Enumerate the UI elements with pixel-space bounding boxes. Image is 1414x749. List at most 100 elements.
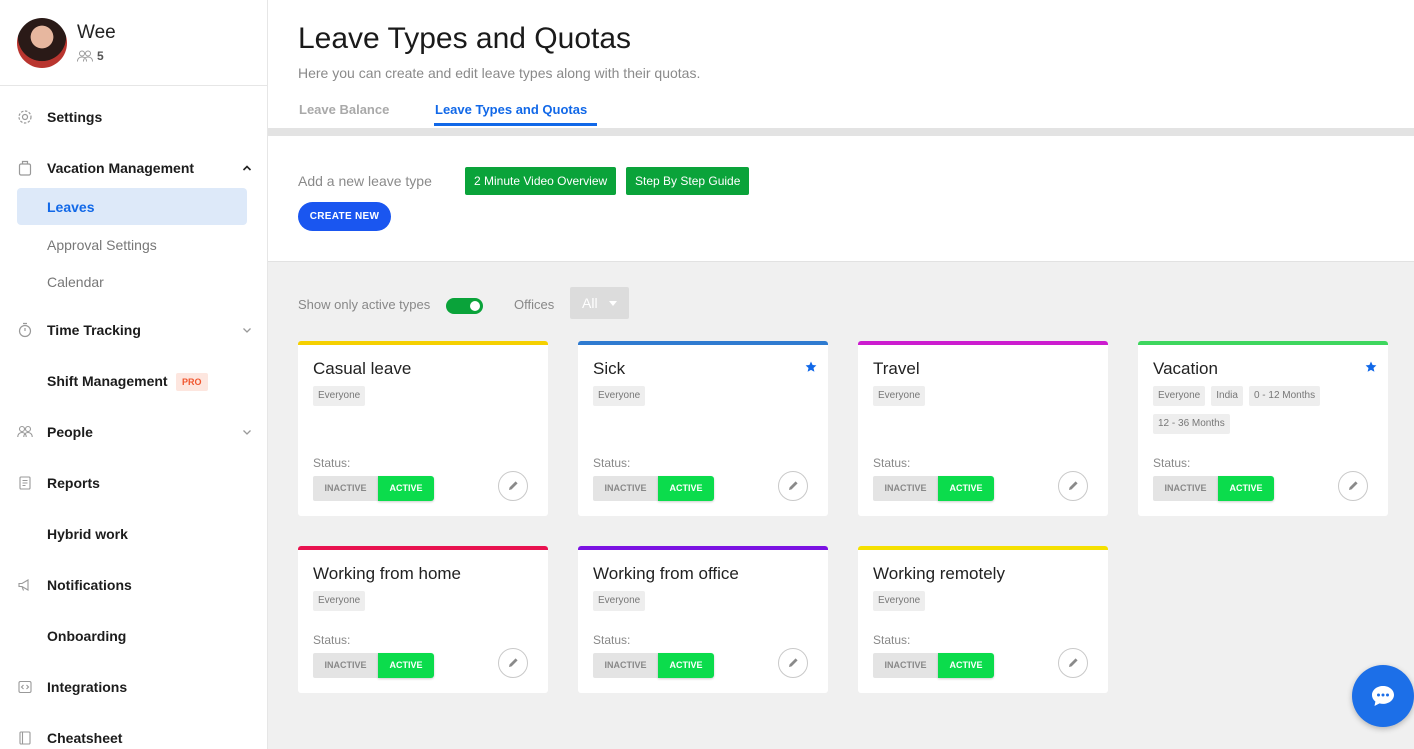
sidebar-item-notifications[interactable]: Notifications — [0, 567, 267, 603]
status-active-option[interactable]: ACTIVE — [1218, 476, 1274, 501]
sidebar-item-label: Reports — [47, 475, 100, 491]
reports-icon — [17, 475, 33, 491]
leave-type-name: Working from office — [593, 564, 739, 583]
status-active-option[interactable]: ACTIVE — [658, 653, 714, 678]
pencil-icon — [1069, 481, 1078, 490]
pencil-icon — [509, 481, 518, 490]
leave-type-card[interactable]: Vacation Everyone India 0 - 12 Months 12 - 3… — [1138, 341, 1388, 516]
edit-button[interactable] — [778, 648, 808, 678]
edit-button[interactable] — [1058, 648, 1088, 678]
stopwatch-icon — [17, 322, 33, 338]
integrations-icon — [17, 679, 33, 695]
leave-type-card[interactable]: Casual leave Everyone Status: INACTIVE ACTIV… — [298, 341, 548, 516]
status-inactive-option[interactable]: INACTIVE — [1153, 476, 1218, 501]
chevron-down-icon[interactable] — [241, 426, 253, 438]
star-icon[interactable] — [805, 361, 817, 373]
leave-type-card[interactable]: Working from office Everyone Status: INACTI… — [578, 546, 828, 693]
edit-button[interactable] — [498, 471, 528, 501]
status-inactive-option[interactable]: INACTIVE — [593, 476, 658, 501]
edit-button[interactable] — [778, 471, 808, 501]
status-toggle[interactable]: INACTIVE ACTIVE — [313, 653, 434, 678]
leave-type-card[interactable]: Sick Everyone Status: INACTIVE ACTIVE — [578, 341, 828, 516]
tag: India — [1211, 386, 1243, 406]
sidebar-item-shift-management[interactable]: Shift Management PRO — [0, 363, 267, 399]
step-by-step-guide-button[interactable]: Step By Step Guide — [626, 167, 750, 195]
sidebar-item-vacation-management[interactable]: Vacation Management — [0, 150, 267, 186]
gear-icon — [17, 109, 33, 125]
create-new-button[interactable]: CREATE NEW — [298, 202, 391, 231]
tag: Everyone — [593, 591, 646, 611]
chevron-down-icon[interactable] — [241, 324, 253, 336]
tag: Everyone — [593, 386, 646, 406]
leave-type-card[interactable]: Working from home Everyone Status: INACTIVE… — [298, 546, 548, 693]
card-color-bar — [298, 341, 548, 345]
status-active-option[interactable]: ACTIVE — [658, 476, 714, 501]
status-active-option[interactable]: ACTIVE — [378, 476, 434, 501]
sidebar-item-time-tracking[interactable]: Time Tracking — [0, 312, 267, 348]
sidebar-item-label: Onboarding — [47, 628, 127, 644]
sidebar-item-hybrid-work[interactable]: Hybrid work — [0, 516, 267, 552]
sidebar-item-settings[interactable]: Settings — [0, 99, 267, 135]
pencil-icon — [1069, 658, 1078, 667]
leave-type-card[interactable]: Working remotely Everyone Status: INACTIVE A… — [858, 546, 1108, 693]
chevron-up-icon[interactable] — [241, 162, 253, 174]
sidebar-item-onboarding[interactable]: Onboarding — [0, 618, 267, 654]
status-label: Status: — [593, 456, 631, 470]
sidebar-item-reports[interactable]: Reports — [0, 465, 267, 501]
status-inactive-option[interactable]: INACTIVE — [593, 653, 658, 678]
tag: Everyone — [313, 386, 366, 406]
leave-type-name: Casual leave — [313, 359, 412, 378]
status-inactive-option[interactable]: INACTIVE — [313, 476, 378, 501]
edit-button[interactable] — [498, 648, 528, 678]
status-active-option[interactable]: ACTIVE — [938, 476, 994, 501]
tag-list: Everyone — [313, 386, 538, 406]
sidebar-item-label: Time Tracking — [47, 322, 141, 338]
sidebar-item-calendar[interactable]: Calendar — [17, 263, 247, 300]
profile-header[interactable]: Wee 5 — [0, 0, 267, 86]
status-active-option[interactable]: ACTIVE — [938, 653, 994, 678]
chat-button[interactable] — [1352, 665, 1414, 727]
status-inactive-option[interactable]: INACTIVE — [313, 653, 378, 678]
video-overview-button[interactable]: 2 Minute Video Overview — [465, 167, 617, 195]
edit-button[interactable] — [1058, 471, 1088, 501]
pencil-icon — [509, 658, 518, 667]
sidebar-item-label: People — [47, 424, 93, 440]
tag: 12 - 36 Months — [1153, 414, 1230, 434]
status-toggle[interactable]: INACTIVE ACTIVE — [873, 653, 994, 678]
leave-type-card[interactable]: Travel Everyone Status: INACTIVE ACTIVE — [858, 341, 1108, 516]
offices-label: Offices — [514, 297, 555, 312]
card-color-bar — [578, 546, 828, 550]
page-header: Leave Types and Quotas Here you can crea… — [268, 0, 1414, 128]
status-inactive-option[interactable]: INACTIVE — [873, 653, 938, 678]
status-active-option[interactable]: ACTIVE — [378, 653, 434, 678]
status-toggle[interactable]: INACTIVE ACTIVE — [593, 476, 714, 501]
status-toggle[interactable]: INACTIVE ACTIVE — [313, 476, 434, 501]
pencil-icon — [789, 658, 798, 667]
star-icon[interactable] — [1365, 361, 1377, 373]
avatar[interactable] — [17, 18, 67, 68]
people-icon — [17, 424, 33, 440]
caret-down-icon — [609, 301, 617, 306]
page-title: Leave Types and Quotas — [298, 22, 632, 55]
sidebar-item-cheatsheet[interactable]: Cheatsheet — [0, 720, 267, 749]
header-divider — [268, 128, 1414, 136]
status-toggle[interactable]: INACTIVE ACTIVE — [873, 476, 994, 501]
tag-list: Everyone — [593, 591, 818, 611]
sidebar-item-leaves[interactable]: Leaves — [17, 188, 247, 225]
status-inactive-option[interactable]: INACTIVE — [873, 476, 938, 501]
status-label: Status: — [313, 456, 351, 470]
sidebar-item-label: Settings — [47, 109, 103, 125]
active-types-toggle[interactable] — [446, 298, 483, 314]
offices-select[interactable]: All — [570, 287, 629, 319]
sidebar-item-integrations[interactable]: Integrations — [0, 669, 267, 705]
sidebar-item-people[interactable]: People — [0, 414, 267, 450]
edit-button[interactable] — [1338, 471, 1368, 501]
leave-type-name: Sick — [593, 359, 626, 378]
tag-list: Everyone — [313, 591, 538, 611]
tab-leave-types-and-quotas[interactable]: Leave Types and Quotas — [435, 102, 587, 117]
card-color-bar — [298, 546, 548, 550]
sidebar-item-approval-settings[interactable]: Approval Settings — [17, 226, 247, 263]
status-toggle[interactable]: INACTIVE ACTIVE — [593, 653, 714, 678]
status-toggle[interactable]: INACTIVE ACTIVE — [1153, 476, 1274, 501]
tab-leave-balance[interactable]: Leave Balance — [299, 102, 389, 117]
